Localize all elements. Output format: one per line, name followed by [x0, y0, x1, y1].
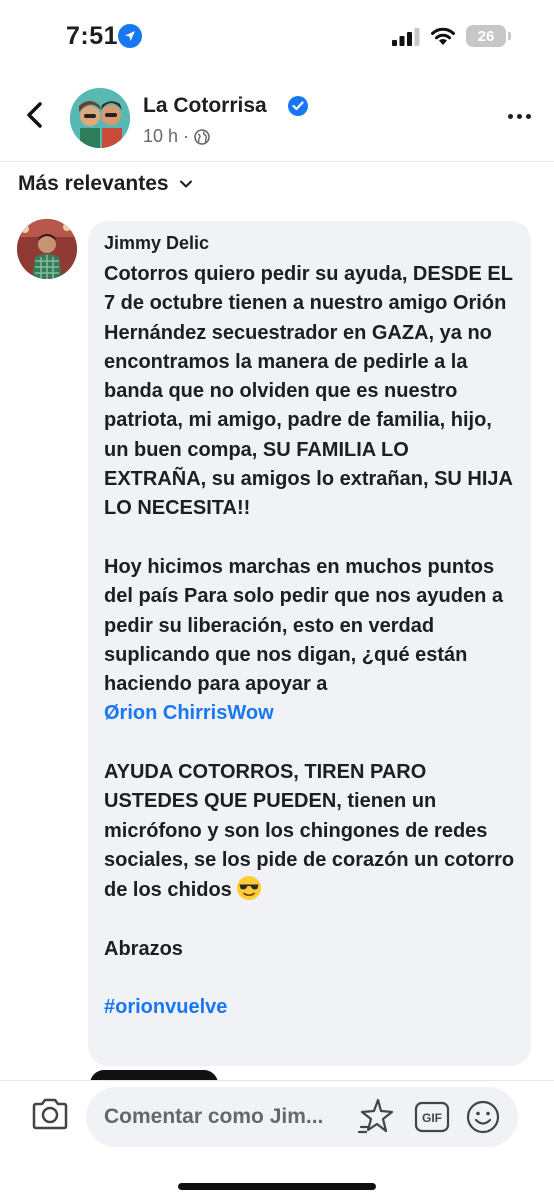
status-bar: 7:51 26 [0, 0, 554, 76]
location-arrow-icon [118, 24, 142, 48]
sunglasses-emoji-icon [236, 876, 261, 901]
comment-body: Cotorros quiero pedir su ayuda, DESDE EL… [104, 260, 515, 1023]
comment-text: AYUDA COTORROS, TIREN PARO USTEDES QUE P… [104, 761, 515, 902]
svg-text:GIF: GIF [422, 1111, 442, 1125]
avatar-sticker-icon[interactable] [356, 1097, 396, 1137]
status-time: 7:51 [66, 22, 119, 50]
globe-icon [194, 128, 210, 145]
page-name[interactable]: La Cotorrisa [143, 94, 267, 118]
post-header: La Cotorrisa 10 h · [0, 76, 554, 162]
more-icon[interactable] [502, 104, 536, 128]
page-avatar[interactable] [70, 88, 130, 148]
comment-composer: Comentar como Jim... GIF [0, 1080, 554, 1200]
sort-dropdown[interactable]: Más relevantes [18, 172, 193, 196]
post-time: 10 h [143, 126, 179, 146]
hashtag-link[interactable]: #orionvuelve [104, 993, 515, 1022]
commenter-name[interactable]: Jimmy Delic [104, 232, 515, 254]
battery-indicator: 26 [466, 25, 511, 47]
mention-link[interactable]: Ørion ChirrisWow [104, 702, 274, 724]
back-button[interactable] [18, 98, 52, 132]
signal-icon [392, 28, 420, 46]
meta-separator: · [183, 126, 190, 146]
comment-paragraph: Abrazos [104, 937, 183, 960]
chevron-down-icon [179, 180, 192, 188]
comment-paragraph: Hoy hicimos marchas en muchos puntos del… [104, 553, 515, 729]
comment-paragraph: AYUDA COTORROS, TIREN PARO USTEDES QUE P… [104, 758, 515, 905]
commenter-avatar[interactable] [17, 219, 77, 279]
comment-paragraph: Cotorros quiero pedir su ayuda, DESDE EL… [104, 263, 513, 520]
camera-icon[interactable] [30, 1097, 70, 1131]
sort-label: Más relevantes [18, 172, 169, 195]
post-meta: 10 h · [143, 126, 210, 147]
back-arrow-icon [27, 102, 42, 128]
verified-badge-icon [288, 96, 308, 116]
comment-text: Hoy hicimos marchas en muchos puntos del… [104, 555, 504, 696]
smiley-icon[interactable] [466, 1100, 500, 1134]
comment-placeholder: Comentar como Jim... [104, 1105, 324, 1128]
home-indicator [178, 1183, 376, 1190]
comment-bubble[interactable]: Jimmy Delic Cotorros quiero pedir su ayu… [88, 221, 531, 1066]
comment-input[interactable]: Comentar como Jim... GIF [86, 1087, 518, 1147]
gif-icon[interactable]: GIF [414, 1101, 450, 1133]
wifi-icon [431, 27, 455, 45]
